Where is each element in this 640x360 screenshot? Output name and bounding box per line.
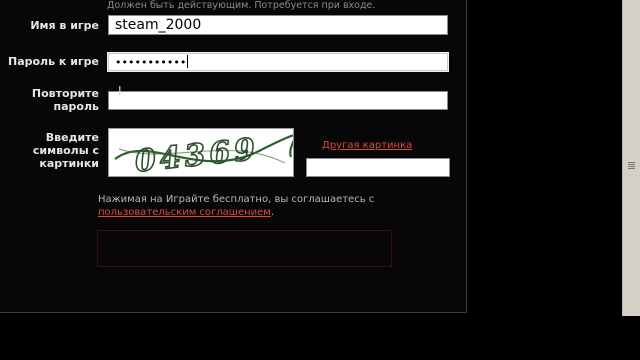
user-agreement-link[interactable]: пользовательским соглашением <box>98 207 271 218</box>
agreement-line1: Нажимая на Играйте бесплатно, вы соглаша… <box>98 194 375 205</box>
captcha-label-line2: символы с <box>32 144 99 157</box>
other-captcha-link[interactable]: Другая картинка <box>322 140 412 151</box>
i-beam-cursor-icon: I <box>118 84 122 98</box>
captcha-graphic: 04369 <box>109 129 297 180</box>
scrollbar-grip-icon[interactable] <box>628 162 635 170</box>
password-label: Пароль к игре <box>8 55 99 68</box>
email-hint: Должен быть действующим. Потребуется при… <box>107 0 376 11</box>
password-value: ••••••••••• <box>115 56 187 69</box>
captcha-label-line3: картинки <box>39 157 99 170</box>
repeat-password-label-line2: пароль <box>53 100 99 113</box>
captcha-image: 04369 <box>108 128 297 180</box>
captcha-input[interactable] <box>306 158 450 177</box>
vertical-scrollbar[interactable] <box>622 0 640 316</box>
agreement-line2: пользовательским соглашением. <box>98 206 374 219</box>
username-input[interactable]: steam_2000 <box>108 15 448 35</box>
repeat-password-input[interactable] <box>108 91 448 110</box>
repeat-password-label-line1: Повторите <box>31 87 99 100</box>
repeat-password-label: Повторите пароль <box>0 87 99 113</box>
captcha-label-line1: Введите <box>45 131 99 144</box>
agreement-suffix: . <box>270 207 275 218</box>
username-value: steam_2000 <box>115 17 202 33</box>
username-label: Имя в игре <box>30 19 99 32</box>
text-caret <box>187 55 189 68</box>
captcha-label: Введите символы с картинки <box>0 131 99 170</box>
status-box <box>97 230 392 267</box>
agreement-text: Нажимая на Играйте бесплатно, вы соглаша… <box>98 193 374 219</box>
registration-panel: Должен быть действующим. Потребуется при… <box>0 0 467 313</box>
password-input[interactable]: ••••••••••• <box>108 53 448 71</box>
